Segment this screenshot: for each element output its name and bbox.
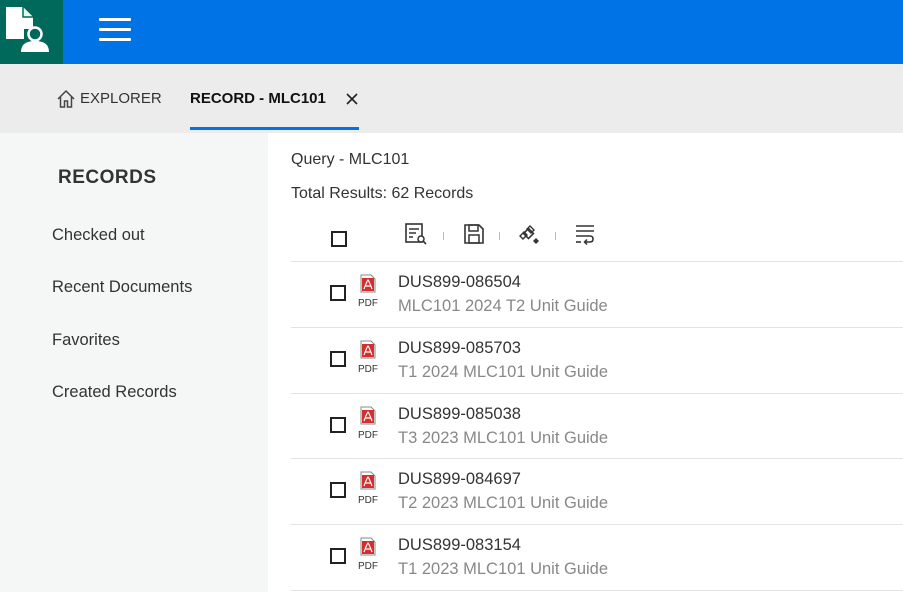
- row-checkbox[interactable]: [330, 351, 346, 367]
- table-row[interactable]: PDF DUS899-086504 MLC101 2024 T2 Unit Gu…: [291, 262, 903, 328]
- row-checkbox[interactable]: [330, 285, 346, 301]
- row-checkbox[interactable]: [330, 548, 346, 564]
- sidebar-item-created-records[interactable]: Created Records: [52, 383, 177, 402]
- row-checkbox[interactable]: [330, 417, 346, 433]
- home-icon: [57, 89, 75, 108]
- row-checkbox[interactable]: [330, 482, 346, 498]
- table-row[interactable]: PDF DUS899-085038 T3 2023 MLC101 Unit Gu…: [291, 394, 903, 460]
- record-id[interactable]: DUS899-084697: [398, 470, 521, 489]
- select-all-checkbox[interactable]: [331, 231, 347, 247]
- document-user-icon: [6, 7, 49, 52]
- sidebar-item-recent-documents[interactable]: Recent Documents: [52, 278, 192, 297]
- save-icon[interactable]: [462, 222, 486, 246]
- app-logo[interactable]: [0, 0, 63, 64]
- file-type-label: PDF: [358, 430, 378, 441]
- toolbar-separator: [499, 232, 500, 240]
- row-divider: [291, 590, 903, 591]
- record-title: T3 2023 MLC101 Unit Guide: [398, 429, 609, 447]
- table-row[interactable]: PDF DUS899-085703 T1 2024 MLC101 Unit Gu…: [291, 328, 903, 394]
- results-panel: Query - MLC101 Total Results: 62 Records: [268, 133, 903, 592]
- record-id[interactable]: DUS899-083154: [398, 536, 521, 555]
- top-bar: [0, 0, 903, 64]
- wrap-text-icon[interactable]: [573, 222, 597, 246]
- file-type-label: PDF: [358, 364, 378, 375]
- view-details-icon[interactable]: [404, 222, 428, 246]
- toolbar-separator: [443, 232, 444, 240]
- file-type-label: PDF: [358, 495, 378, 506]
- tab-record[interactable]: RECORD - MLC101: [190, 64, 359, 133]
- record-id[interactable]: DUS899-086504: [398, 273, 521, 292]
- sidebar-item-favorites[interactable]: Favorites: [52, 331, 120, 350]
- table-row[interactable]: PDF DUS899-084697 T2 2023 MLC101 Unit Gu…: [291, 459, 903, 525]
- record-id[interactable]: DUS899-085703: [398, 339, 521, 358]
- record-title: T2 2023 MLC101 Unit Guide: [398, 494, 609, 512]
- tab-record-label: RECORD - MLC101: [190, 90, 326, 107]
- sidebar-title: RECORDS: [58, 167, 157, 188]
- sidebar: RECORDS Checked out Recent Documents Fav…: [0, 133, 268, 592]
- hamburger-menu-icon[interactable]: [99, 16, 132, 42]
- total-results: Total Results: 62 Records: [291, 185, 474, 202]
- tab-explorer-label: EXPLORER: [80, 90, 162, 107]
- query-label: Query - MLC101: [291, 151, 410, 168]
- active-tab-indicator: [190, 127, 359, 130]
- record-title: T1 2023 MLC101 Unit Guide: [398, 560, 609, 578]
- satellite-icon[interactable]: [517, 222, 541, 246]
- toolbar-separator: [555, 232, 556, 240]
- tab-explorer[interactable]: EXPLORER: [56, 64, 162, 133]
- table-row[interactable]: PDF DUS899-083154 T1 2023 MLC101 Unit Gu…: [291, 525, 903, 591]
- record-title: T1 2024 MLC101 Unit Guide: [398, 363, 609, 381]
- close-icon[interactable]: [345, 92, 359, 106]
- record-id[interactable]: DUS899-085038: [398, 405, 521, 424]
- record-title: MLC101 2024 T2 Unit Guide: [398, 297, 608, 315]
- file-type-label: PDF: [358, 561, 378, 572]
- file-type-label: PDF: [358, 298, 378, 309]
- sidebar-item-checked-out[interactable]: Checked out: [52, 226, 145, 245]
